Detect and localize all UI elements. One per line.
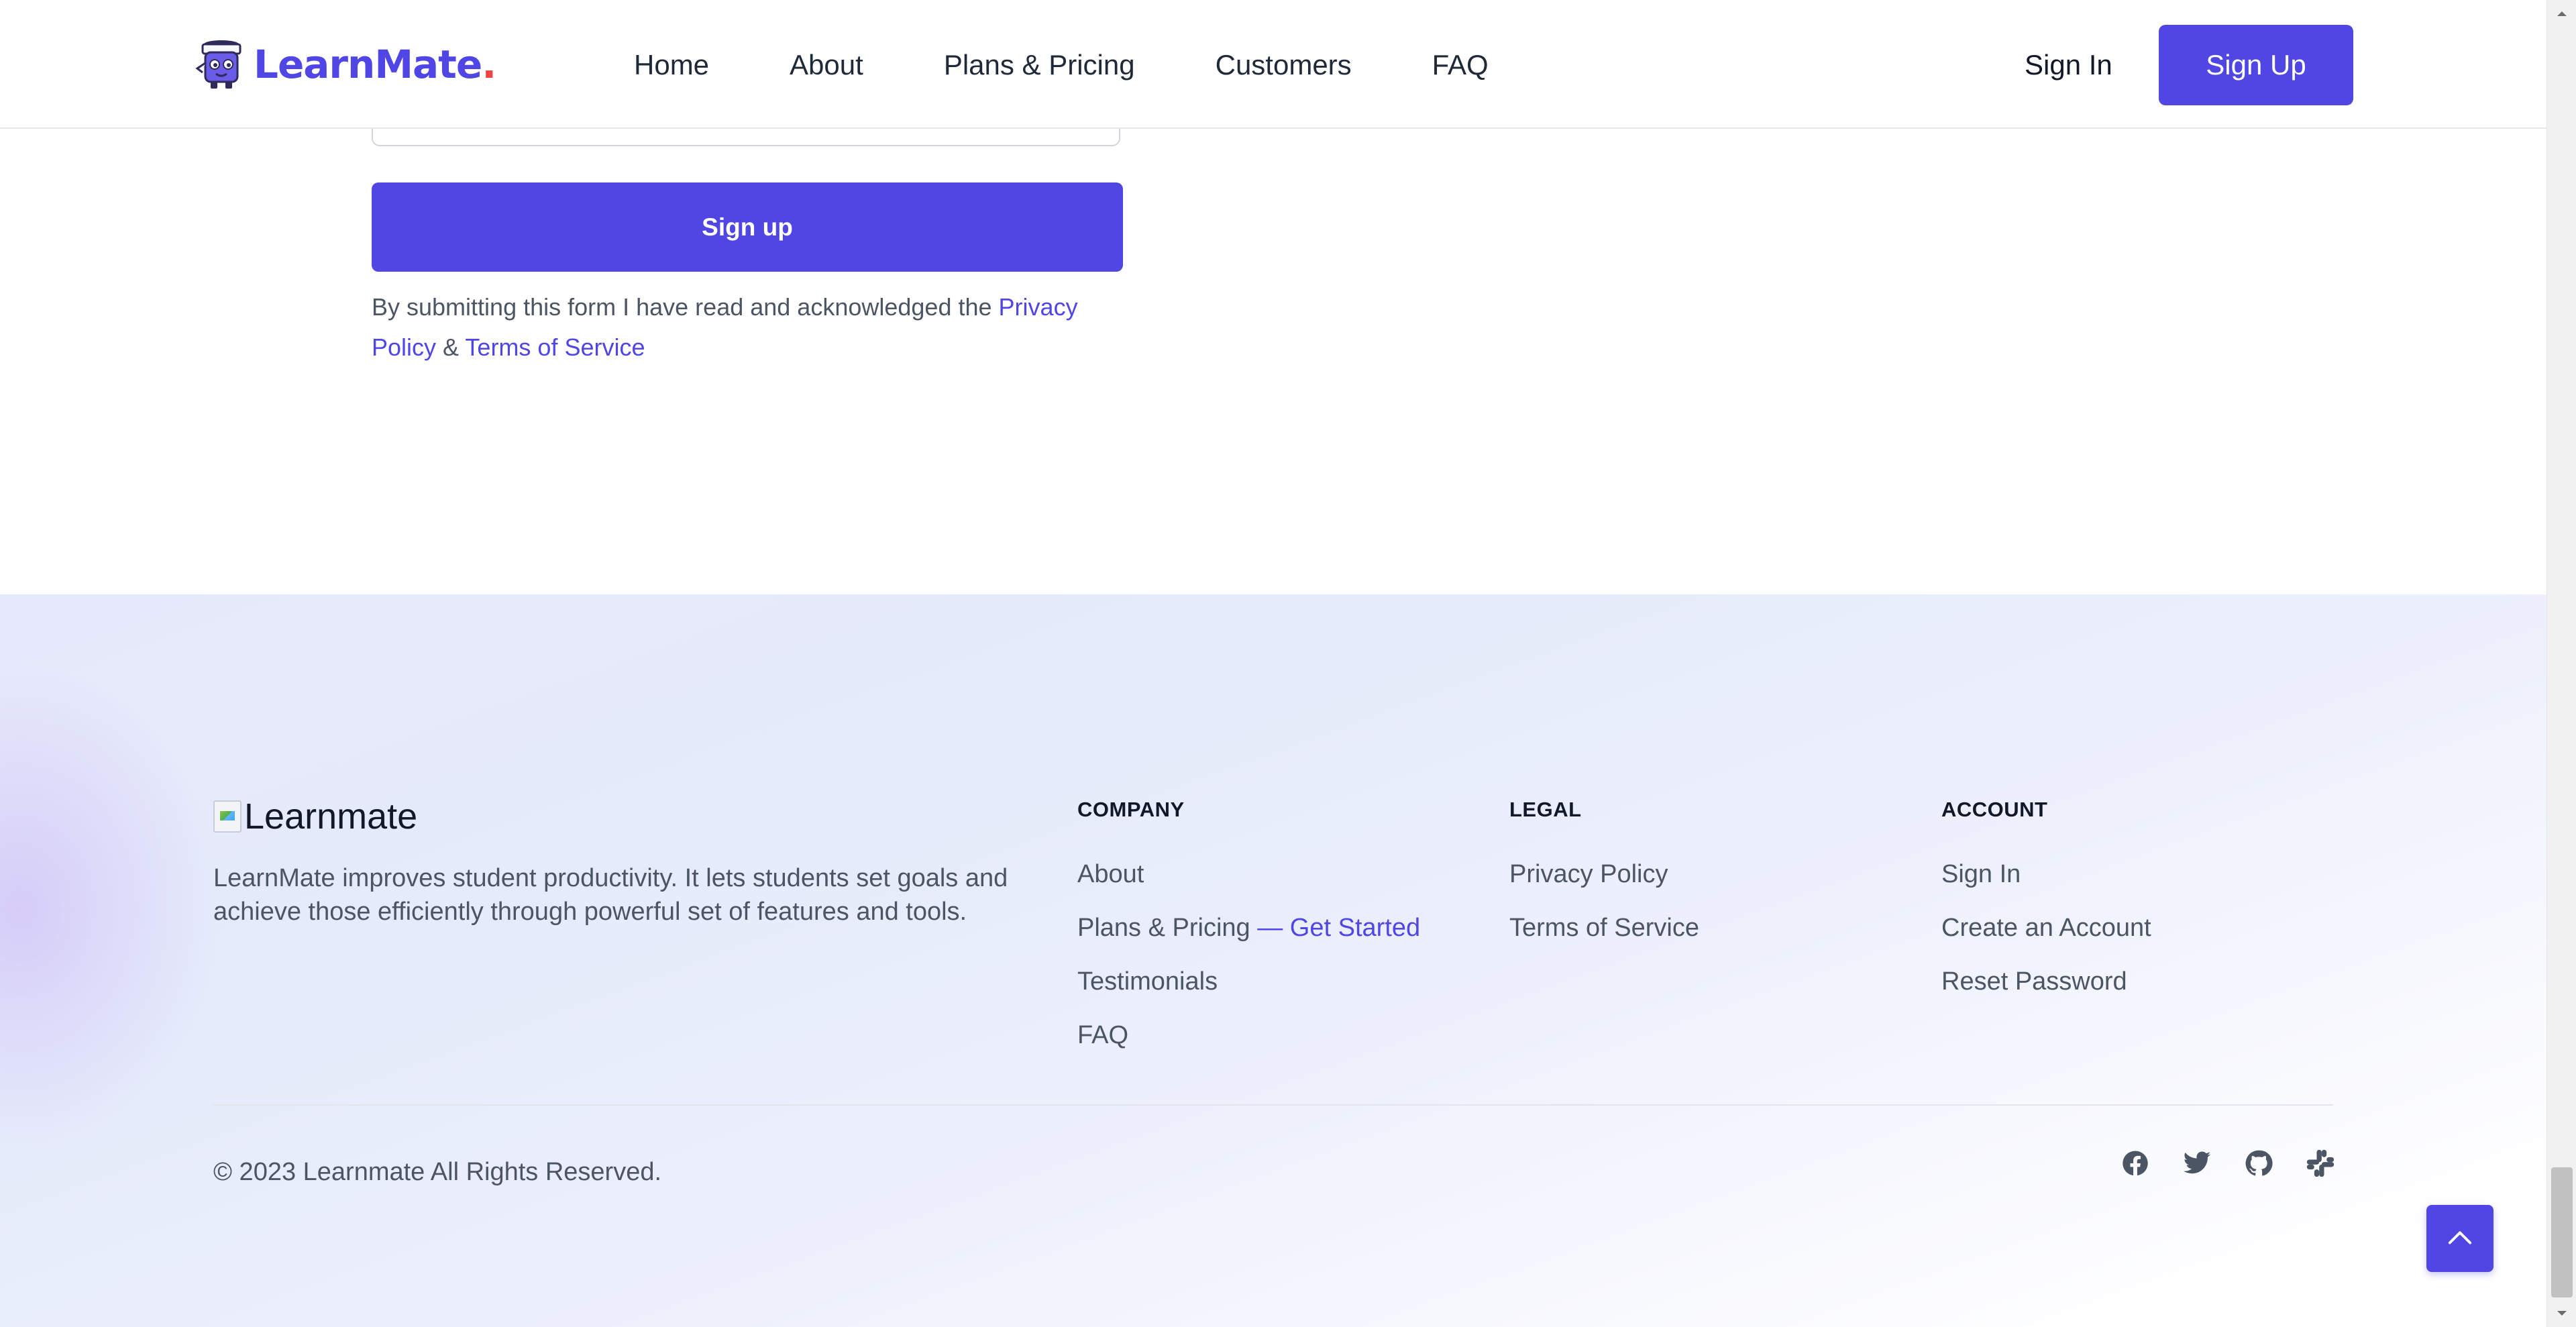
footer-heading-account: ACCOUNT bbox=[1941, 798, 2048, 821]
footer-link-create-account[interactable]: Create an Account bbox=[1941, 901, 2151, 955]
footer-link-plans-pricing-label: Plans & Pricing bbox=[1077, 914, 1250, 942]
footer-link-sign-in[interactable]: Sign In bbox=[1941, 847, 2151, 901]
back-to-top-button[interactable] bbox=[2426, 1205, 2493, 1272]
brand-name: LearnMate bbox=[254, 42, 482, 87]
broken-image-icon bbox=[213, 800, 241, 833]
footer-link-privacy-policy[interactable]: Privacy Policy bbox=[1509, 847, 1699, 901]
signup-form-submit-button[interactable]: Sign up bbox=[372, 182, 1123, 272]
nav-plans-pricing[interactable]: Plans & Pricing bbox=[944, 42, 1135, 89]
site-footer: Learnmate LearnMate improves student pro… bbox=[0, 594, 2546, 1327]
footer-link-reset-password[interactable]: Reset Password bbox=[1941, 955, 2151, 1008]
scrollbar-thumb[interactable] bbox=[2551, 1167, 2573, 1297]
sign-in-link[interactable]: Sign In bbox=[2025, 42, 2112, 89]
footer-link-terms-of-service[interactable]: Terms of Service bbox=[1509, 901, 1699, 955]
page: Sign up By submitting this form I have r… bbox=[0, 0, 2546, 1327]
mascot-icon bbox=[195, 40, 241, 89]
nav-about[interactable]: About bbox=[790, 42, 863, 89]
slack-icon[interactable] bbox=[2304, 1147, 2337, 1180]
footer-description: LearnMate improves student productivity.… bbox=[213, 864, 1008, 926]
main-nav: Home About Plans & Pricing Customers FAQ bbox=[634, 42, 1569, 89]
terms-of-service-link[interactable]: Terms of Service bbox=[465, 333, 645, 361]
sign-up-button[interactable]: Sign Up bbox=[2159, 25, 2353, 105]
footer-column-legal: LEGAL Privacy Policy Terms of Service bbox=[1509, 798, 1699, 955]
copyright-text: © 2023 Learnmate All Rights Reserved. bbox=[213, 1158, 662, 1186]
consent-text: By submitting this form I have read and … bbox=[372, 287, 1136, 368]
brand-logo[interactable]: LearnMate. bbox=[193, 35, 496, 94]
chevron-up-icon bbox=[2448, 1231, 2472, 1244]
footer-logo[interactable]: Learnmate bbox=[213, 796, 417, 837]
consent-joiner: & bbox=[443, 333, 460, 361]
footer-divider bbox=[213, 1104, 2333, 1106]
facebook-icon[interactable] bbox=[2118, 1147, 2152, 1180]
footer-heading-company: COMPANY bbox=[1077, 798, 1185, 821]
scroll-up-arrow-icon[interactable] bbox=[2547, 0, 2576, 27]
nav-faq[interactable]: FAQ bbox=[1432, 42, 1489, 89]
footer-column-account: ACCOUNT Sign In Create an Account Reset … bbox=[1941, 798, 2151, 1008]
site-header: LearnMate. Home About Plans & Pricing Cu… bbox=[0, 0, 2546, 129]
footer-get-started-link[interactable]: Get Started bbox=[1290, 914, 1420, 942]
scroll-down-arrow-icon[interactable] bbox=[2547, 1300, 2576, 1327]
footer-column-company: COMPANY About Plans & Pricing — Get Star… bbox=[1077, 798, 1420, 1062]
page-scrollbar[interactable] bbox=[2546, 0, 2576, 1327]
footer-heading-legal: LEGAL bbox=[1509, 798, 1582, 821]
brand-dot: . bbox=[482, 42, 497, 87]
footer-link-faq[interactable]: FAQ bbox=[1077, 1008, 1420, 1062]
twitter-icon[interactable] bbox=[2180, 1147, 2214, 1180]
footer-link-testimonials[interactable]: Testimonials bbox=[1077, 955, 1420, 1008]
footer-logo-alt-text: Learnmate bbox=[244, 796, 418, 837]
consent-prefix: By submitting this form I have read and … bbox=[372, 293, 992, 321]
footer-link-plans-pricing[interactable]: Plans & Pricing — Get Started bbox=[1077, 901, 1420, 955]
nav-customers[interactable]: Customers bbox=[1216, 42, 1352, 89]
footer-pricing-dash: — bbox=[1257, 914, 1283, 942]
github-icon[interactable] bbox=[2242, 1147, 2275, 1180]
nav-home[interactable]: Home bbox=[634, 42, 709, 89]
footer-link-about[interactable]: About bbox=[1077, 847, 1420, 901]
